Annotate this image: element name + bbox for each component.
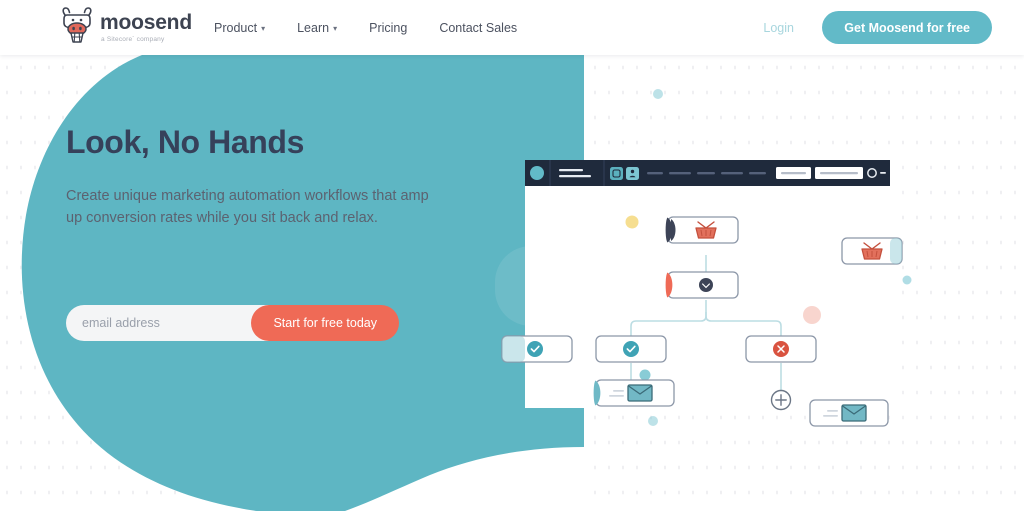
node-delay[interactable] — [665, 271, 739, 299]
toolbar-line — [559, 175, 591, 178]
square-tool-icon — [610, 167, 623, 180]
check-circle-icon — [527, 341, 543, 357]
plus-circle-button[interactable] — [770, 389, 792, 411]
node-check-offscreen[interactable] — [501, 335, 573, 363]
person-tool-icon — [626, 167, 639, 180]
signup-form: Start for free today — [66, 304, 399, 342]
nav-item-product-label: Product — [214, 20, 258, 35]
nav-item-product[interactable]: Product ▾ — [214, 21, 281, 35]
moosend-cow-logo-icon — [62, 7, 92, 43]
user-avatar-circle — [530, 166, 544, 180]
node-cart-offscreen[interactable] — [841, 237, 903, 265]
envelope-icon — [627, 384, 653, 402]
toolbar-menu-placeholder — [647, 172, 663, 175]
envelope-icon — [841, 404, 867, 422]
chevron-down-icon: ▾ — [261, 23, 266, 33]
dash-icon — [880, 172, 886, 174]
logo-tagline: a Sitecore´ company — [101, 36, 165, 43]
node-email-right[interactable] — [809, 399, 889, 427]
main-navigation: Product ▾ Learn ▾ Pricing Contact Sales — [214, 0, 533, 55]
node-email-left[interactable] — [593, 379, 675, 407]
toolbar-menu-placeholder — [697, 172, 715, 175]
nav-item-contact-sales-label: Contact Sales — [439, 20, 518, 35]
automation-workflow-illustration — [440, 50, 1024, 511]
node-condition-no[interactable] — [745, 335, 817, 363]
nav-item-pricing[interactable]: Pricing — [353, 21, 423, 35]
chevron-down-icon: ▾ — [333, 23, 338, 33]
get-moosend-for-free-button[interactable]: Get Moosend for free — [822, 11, 992, 44]
decorative-dot-teal — [648, 416, 658, 426]
decorative-dot-teal — [639, 369, 651, 381]
toolbar-menu-placeholder — [669, 172, 691, 175]
page-title: Look, No Hands — [66, 124, 304, 160]
page-root: moosend a Sitecore´ company Product ▾ Le… — [0, 0, 1024, 511]
x-circle-icon — [773, 341, 789, 357]
node-cart-trigger[interactable] — [665, 216, 739, 244]
nav-item-learn-label: Learn — [297, 20, 330, 35]
decorative-dot-teal — [902, 275, 912, 285]
logo[interactable]: moosend a Sitecore´ company — [60, 6, 192, 50]
hero-section: Look, No Hands Create unique marketing a… — [66, 124, 466, 229]
start-for-free-today-button[interactable]: Start for free today — [251, 305, 399, 341]
decorative-dot-coral — [803, 306, 821, 324]
node-condition-yes[interactable] — [595, 335, 667, 363]
nav-item-contact-sales[interactable]: Contact Sales — [423, 21, 533, 35]
decorative-dot-yellow — [625, 215, 639, 229]
nav-item-pricing-label: Pricing — [369, 20, 408, 35]
toolbar-menu-placeholder — [749, 172, 766, 175]
site-header: moosend a Sitecore´ company Product ▾ Le… — [0, 0, 1024, 55]
check-circle-icon — [623, 341, 639, 357]
hero-subtitle: Create unique marketing automation workf… — [66, 188, 429, 226]
toolbar-line — [559, 169, 583, 172]
toolbar-menu-placeholder — [721, 172, 743, 175]
logo-wordmark: moosend — [100, 11, 192, 34]
clock-icon — [699, 278, 713, 292]
decorative-dot-teal — [653, 89, 663, 99]
login-link[interactable]: Login — [763, 0, 794, 55]
nav-item-learn[interactable]: Learn ▾ — [281, 21, 353, 35]
